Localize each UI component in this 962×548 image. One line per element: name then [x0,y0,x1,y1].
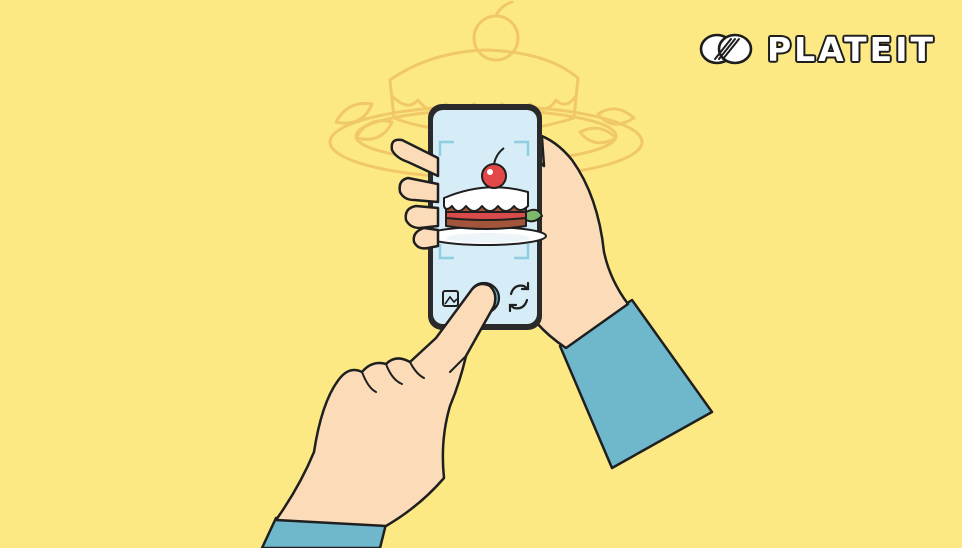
brand-logo[interactable]: PLATEIT [697,26,936,72]
fork-circle-logo-icon [699,33,753,65]
illustration-scene [0,0,962,548]
finger-4 [412,226,440,250]
brand-name: PLATEIT [766,29,936,69]
finger-3 [404,204,440,230]
gallery-image-icon[interactable] [442,290,459,307]
finger-2 [398,176,440,204]
